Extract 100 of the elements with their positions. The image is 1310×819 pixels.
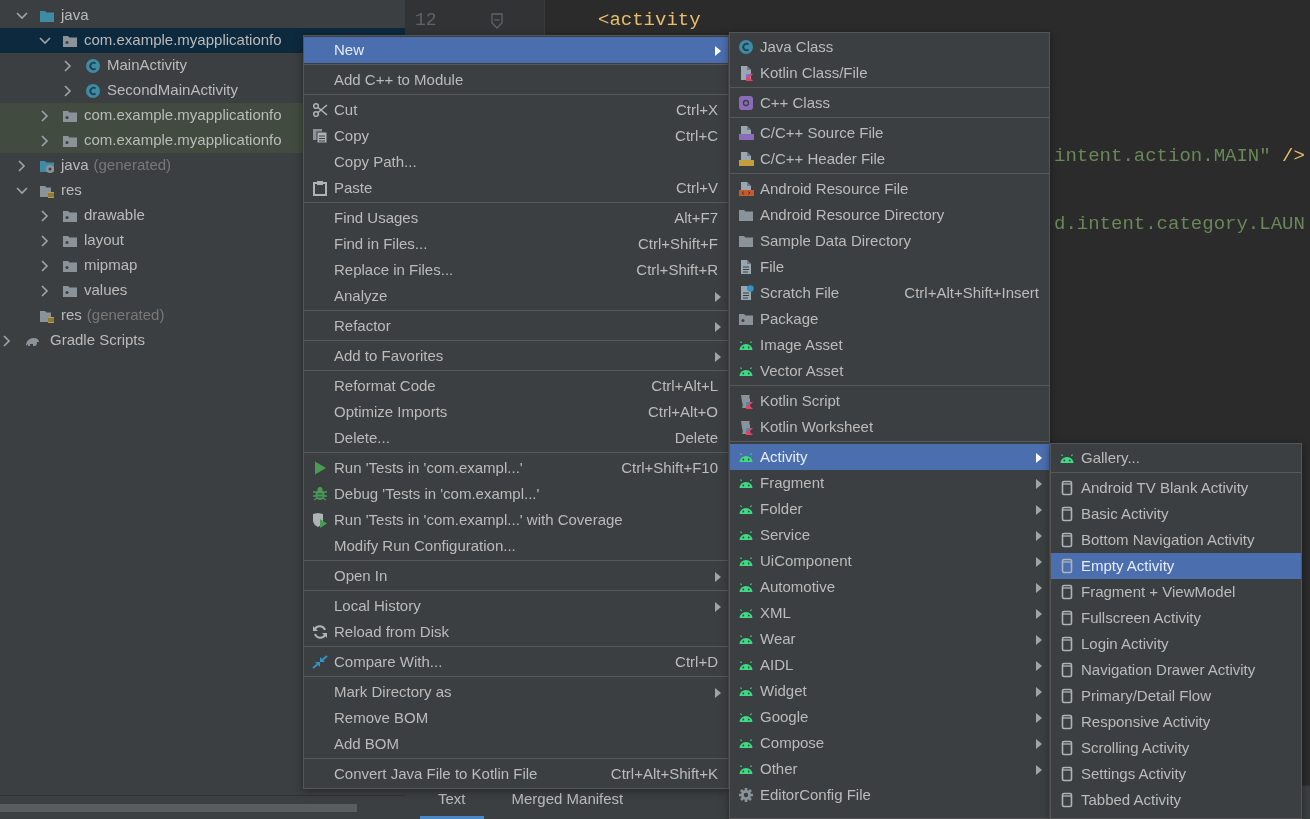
menu-item[interactable]: Image Asset (730, 332, 1049, 358)
menu-item[interactable]: Login Activity (1051, 631, 1301, 657)
scissors-icon (312, 102, 328, 118)
menu-item[interactable]: Find in Files... Ctrl+Shift+F (304, 231, 728, 257)
menu-item[interactable]: Remove BOM (304, 705, 728, 731)
menu-item[interactable]: Run 'Tests in 'com.exampl...' with Coverage (304, 507, 728, 533)
menu-item[interactable]: Optimize Imports Ctrl+Alt+O (304, 399, 728, 425)
chevron-right-icon[interactable] (41, 284, 49, 297)
menu-item[interactable]: Find Usages Alt+F7 (304, 205, 728, 231)
menu-item[interactable]: Java Class (730, 34, 1049, 60)
class-icon (85, 57, 101, 74)
chevron-right-icon[interactable] (41, 234, 49, 247)
menu-item[interactable]: Analyze (304, 283, 728, 309)
chevron-down-icon[interactable] (16, 186, 28, 195)
menu-item[interactable]: Delete... Delete (304, 425, 728, 451)
menu-item[interactable]: Navigation Drawer Activity (1051, 657, 1301, 683)
chevron-right-icon[interactable] (64, 84, 72, 97)
file-icon (738, 259, 754, 275)
chevron-down-icon[interactable] (39, 36, 51, 45)
menu-item[interactable]: Mark Directory as (304, 679, 728, 705)
tree-item[interactable]: java (0, 3, 405, 28)
menu-item[interactable]: Convert Java File to Kotlin File Ctrl+Alt+Shift+K (304, 761, 728, 787)
menu-item[interactable]: Android Resource File (730, 176, 1049, 202)
menu-item[interactable]: Compose (730, 730, 1049, 756)
menu-item[interactable]: EditorConfig File (730, 782, 1049, 808)
menu-item[interactable]: Service (730, 522, 1049, 548)
chevron-right-icon[interactable] (41, 109, 49, 122)
phone-icon (1059, 506, 1075, 522)
menu-item[interactable]: Compare With... Ctrl+D (304, 649, 728, 675)
class-icon (85, 82, 101, 99)
menu-item[interactable]: UiComponent (730, 548, 1049, 574)
menu-item[interactable]: Activity (730, 444, 1049, 470)
menu-item[interactable]: Widget (730, 678, 1049, 704)
bug-icon (312, 486, 328, 502)
shield-play-icon (312, 512, 328, 528)
menu-item[interactable]: Scratch File Ctrl+Alt+Shift+Insert (730, 280, 1049, 306)
menu-item[interactable]: C++ Class (730, 90, 1049, 116)
fold-marker-icon[interactable] (491, 12, 503, 29)
menu-item[interactable]: Modify Run Configuration... (304, 533, 728, 559)
menu-item[interactable]: Kotlin Class/File (730, 60, 1049, 86)
menu-item[interactable]: Paste Ctrl+V (304, 175, 728, 201)
menu-item[interactable]: Gallery... (1051, 445, 1301, 471)
menu-item[interactable]: Open In (304, 563, 728, 589)
scratch-file-icon (738, 285, 754, 301)
chevron-down-icon[interactable] (16, 11, 28, 20)
menu-item[interactable]: Reformat Code Ctrl+Alt+L (304, 373, 728, 399)
menu-item[interactable]: New (304, 37, 728, 63)
reload-icon (312, 624, 328, 640)
menu-item[interactable]: XML (730, 600, 1049, 626)
menu-item[interactable]: Reload from Disk (304, 619, 728, 645)
menu-item[interactable]: C/C++ Header File (730, 146, 1049, 172)
header-file-icon (738, 151, 754, 167)
gear-icon (738, 787, 754, 803)
menu-item[interactable]: Replace in Files... Ctrl+Shift+R (304, 257, 728, 283)
menu-item[interactable]: Fullscreen Activity (1051, 605, 1301, 631)
menu-item[interactable]: AIDL (730, 652, 1049, 678)
menu-item[interactable]: Add BOM (304, 731, 728, 757)
menu-item[interactable]: Empty Activity (1051, 553, 1301, 579)
menu-item[interactable]: Basic Activity (1051, 501, 1301, 527)
menu-item[interactable]: Primary/Detail Flow (1051, 683, 1301, 709)
menu-item[interactable]: Scrolling Activity (1051, 735, 1301, 761)
play-icon (312, 460, 328, 476)
menu-item[interactable]: Other (730, 756, 1049, 782)
menu-item[interactable]: Run 'Tests in 'com.exampl...' Ctrl+Shift+F10 (304, 455, 728, 481)
scrollbar-thumb[interactable] (0, 803, 357, 812)
chevron-right-icon[interactable] (41, 209, 49, 222)
chevron-right-icon[interactable] (64, 59, 72, 72)
menu-item[interactable]: Bottom Navigation Activity (1051, 527, 1301, 553)
cpp-class-icon (738, 95, 754, 111)
menu-item[interactable]: Add C++ to Module (304, 67, 728, 93)
chevron-right-icon[interactable] (18, 159, 26, 172)
menu-item[interactable]: Google (730, 704, 1049, 730)
menu-item[interactable]: Fragment (730, 470, 1049, 496)
menu-item[interactable]: Folder (730, 496, 1049, 522)
menu-item[interactable]: Sample Data Directory (730, 228, 1049, 254)
menu-item[interactable]: Kotlin Worksheet (730, 414, 1049, 440)
chevron-right-icon[interactable] (41, 259, 49, 272)
menu-item[interactable]: Debug 'Tests in 'com.exampl...' (304, 481, 728, 507)
menu-item[interactable]: Settings Activity (1051, 761, 1301, 787)
copy-icon (312, 128, 328, 144)
chevron-right-icon[interactable] (41, 134, 49, 147)
menu-item[interactable]: Refactor (304, 313, 728, 339)
phone-icon (1059, 662, 1075, 678)
menu-item[interactable]: Responsive Activity (1051, 709, 1301, 735)
menu-item[interactable]: Android Resource Directory (730, 202, 1049, 228)
editor-tab[interactable]: Merged Manifest (493, 787, 642, 819)
menu-item[interactable]: Vector Asset (730, 358, 1049, 384)
menu-item[interactable]: Android TV Blank Activity (1051, 475, 1301, 501)
menu-item[interactable]: Tabbed Activity (1051, 787, 1301, 813)
folder-icon (738, 233, 754, 249)
chevron-right-icon[interactable] (3, 334, 11, 347)
menu-item[interactable]: Add to Favorites (304, 343, 728, 369)
menu-item[interactable]: Package (730, 306, 1049, 332)
menu-item[interactable]: C/C++ Source File (730, 120, 1049, 146)
menu-item[interactable]: Kotlin Script (730, 388, 1049, 414)
menu-item[interactable]: Fragment + ViewModel (1051, 579, 1301, 605)
menu-item[interactable]: File (730, 254, 1049, 280)
menu-item[interactable]: Automotive (730, 574, 1049, 600)
menu-item[interactable]: Local History (304, 593, 728, 619)
menu-item[interactable]: Wear (730, 626, 1049, 652)
